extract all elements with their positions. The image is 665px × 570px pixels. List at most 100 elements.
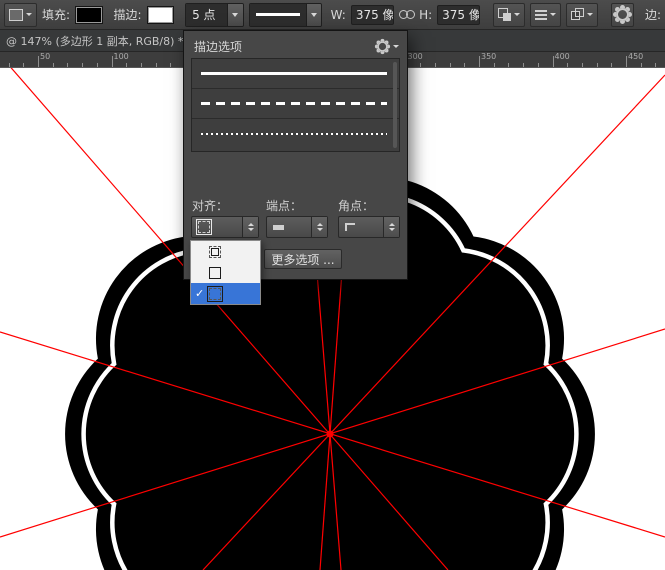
stroke-label: 描边: [114,6,142,23]
align-inside-icon [209,246,221,258]
ruler-minor-tick [156,63,157,67]
ruler-minor-tick [597,63,598,67]
combine-shapes-icon [498,8,511,21]
ruler-major-tick [38,56,39,67]
rays-center-point [327,431,334,438]
photoshop-window: 填充: 描边: 5 点 W: 375 像 H: 375 像 [0,0,665,570]
fill-label: 填充: [42,6,70,23]
ruler-minor-tick [567,63,568,67]
panel-menu-button[interactable] [376,40,399,53]
stroke-type-arrow-button[interactable] [306,4,321,26]
solid-line-icon [201,72,387,75]
align-icon [535,9,547,21]
chevron-down-icon [248,228,254,231]
path-arrangement-button[interactable] [566,3,598,27]
align-menu-item-inside[interactable] [191,241,260,262]
align-menu-item-center[interactable] [191,262,260,283]
ruler-major-tick [626,56,627,67]
align-dropdown-menu: ✓ [190,240,261,305]
ruler-minor-tick [82,63,83,67]
ruler-minor-tick [23,63,24,67]
ruler-label: 50 [40,53,50,61]
chevron-down-icon [550,13,556,16]
corner-miter-icon [345,223,355,231]
ruler-label: 400 [555,53,570,61]
align-center-icon [209,267,221,279]
line-cap-icon [273,225,284,230]
ruler-label: 350 [481,53,496,61]
chevron-down-icon [587,13,593,16]
align-dropdown-stepper[interactable] [242,217,258,237]
chevron-down-icon [514,13,520,16]
align-dropdown[interactable] [191,216,259,238]
tool-presets-dropdown[interactable] [4,3,37,27]
chevron-up-icon [389,223,395,226]
ruler-minor-tick [538,63,539,67]
align-menu-item-outside[interactable]: ✓ [191,283,260,304]
stroke-color-swatch[interactable] [147,6,175,24]
shape-width-input[interactable]: 375 像 [351,5,394,25]
arrange-layers-icon [571,8,584,21]
chevron-down-icon [232,13,238,17]
ruler-minor-tick [655,63,656,67]
dashed-line-icon [201,102,387,105]
corners-dropdown[interactable] [338,216,400,238]
shape-height-input[interactable]: 375 像 [437,5,480,25]
stroke-style-list [191,58,400,152]
checkmark-icon: ✓ [195,288,204,299]
path-operations-button[interactable] [493,3,525,27]
ruler-minor-tick [53,63,54,67]
ruler-minor-tick [523,63,524,67]
ruler-label: 100 [114,53,129,61]
chevron-up-icon [248,223,254,226]
link-dimensions-icon[interactable] [399,9,414,20]
stroke-width-arrow-button[interactable] [227,4,243,26]
fill-color-swatch[interactable] [75,6,103,24]
align-label: 对齐： [192,197,228,214]
ruler-minor-tick [435,63,436,67]
shape-height-value: 375 像 [442,6,480,23]
ruler-major-tick [112,56,113,67]
chevron-down-icon [317,228,323,231]
more-options-button[interactable]: 更多选项 ... [264,249,342,269]
chevron-down-icon [393,45,399,48]
ruler-minor-tick [582,63,583,67]
geometry-options-button[interactable] [611,3,634,27]
solid-line-icon [256,13,300,16]
gear-icon [377,41,387,51]
document-title: @ 147% (多边形 1 副本, RGB/8) * [6,33,183,49]
ruler-minor-tick [464,63,465,67]
ruler-label: 300 [408,53,423,61]
ruler-minor-tick [494,63,495,67]
stroke-type-combo[interactable] [249,3,322,27]
ruler-minor-tick [97,63,98,67]
path-alignment-button[interactable] [530,3,561,27]
chevron-down-icon [26,13,32,16]
chevron-down-icon [389,228,395,231]
stroke-style-option-dotted[interactable] [192,119,399,149]
caps-dropdown-stepper[interactable] [311,217,327,237]
align-outside-icon [209,288,221,300]
shape-width-value: 375 像 [356,6,394,23]
stroke-style-option-solid[interactable] [192,59,399,89]
ruler-label: 450 [628,53,643,61]
ruler-minor-tick [67,63,68,67]
chevron-down-icon [311,13,317,17]
stroke-style-option-dashed[interactable] [192,89,399,119]
ruler-minor-tick [420,63,421,67]
shape-tool-icon [9,9,23,21]
gear-icon [616,8,629,21]
height-field-label: H: [419,8,432,22]
corners-label: 角点： [338,197,374,214]
caps-dropdown[interactable] [266,216,328,238]
corners-dropdown-stepper[interactable] [383,217,399,237]
ruler-major-tick [553,56,554,67]
ruler-major-tick [479,56,480,67]
dotted-line-icon [201,133,387,135]
stroke-width-combo[interactable]: 5 点 [185,3,243,27]
stroke-width-value: 5 点 [186,4,226,26]
tool-options-bar: 填充: 描边: 5 点 W: 375 像 H: 375 像 [0,0,665,30]
caps-label: 端点： [266,197,302,214]
align-outside-icon [198,221,210,233]
ruler-minor-tick [641,63,642,67]
